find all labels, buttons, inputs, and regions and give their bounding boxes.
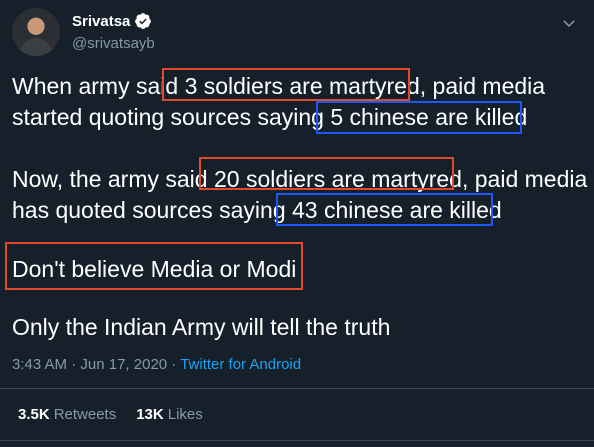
tweet-line: has quoted sources saying 43 chinese are… [12,194,502,227]
tweet-stats: 3.5K Retweets 13K Likes [18,406,203,423]
highlighted-phrase: 43 chinese are killed [292,197,502,223]
retweets-count: 3.5K [18,406,50,423]
divider [0,388,594,389]
tweet-metadata: 3:43 AM · Jun 17, 2020 · Twitter for And… [12,356,301,373]
divider [0,440,594,441]
author-display-name[interactable]: Srivatsa [72,13,130,30]
tweet-line: When army said 3 soldiers are martyred, … [12,70,545,103]
likes-label: Likes [167,406,203,423]
tweet-text-segment: Now, the army said [12,166,214,192]
tweet-text-segment: , paid media [419,73,546,99]
chevron-down-icon[interactable] [560,14,578,32]
highlighted-phrase: 20 soldiers are martyred [213,166,462,192]
retweets-stat[interactable]: 3.5K Retweets [18,406,116,423]
tweet-text-segment: Only the Indian Army will tell the truth [12,314,391,340]
tweet-source-link[interactable]: Twitter for Android [180,356,301,373]
likes-count: 13K [136,406,164,423]
likes-stat[interactable]: 13K Likes [136,406,203,423]
tweet-time[interactable]: 3:43 AM [12,356,67,373]
avatar[interactable] [12,8,60,56]
tweet-text-segment: started quoting sources saying [12,104,331,130]
name-row: Srivatsa [72,12,152,30]
tweet-header: Srivatsa @srivatsayb [12,8,582,58]
highlighted-phrase: Don't believe Media or Modi [12,256,297,282]
tweet-line: started quoting sources saying 5 chinese… [12,101,527,134]
highlighted-phrase: 5 chinese are killed [330,104,528,130]
author-handle[interactable]: @srivatsayb [72,35,155,52]
tweet-text-segment: , paid media [461,166,588,192]
tweet-date[interactable]: Jun 17, 2020 [80,356,167,373]
verified-badge-icon [135,13,152,29]
meta-separator: · [167,356,181,373]
highlighted-phrase: 3 soldiers are martyred [184,73,420,99]
tweet-text-segment: When army said [12,73,185,99]
tweet-text-segment: has quoted sources saying [12,197,293,223]
tweet-line: Now, the army said 20 soldiers are marty… [12,163,587,196]
tweet-line: Only the Indian Army will tell the truth [12,311,390,344]
meta-separator: · [67,356,81,373]
tweet-line: Don't believe Media or Modi [12,253,296,286]
tweet-body: When army said 3 soldiers are martyred, … [12,70,587,340]
retweets-label: Retweets [53,406,117,423]
